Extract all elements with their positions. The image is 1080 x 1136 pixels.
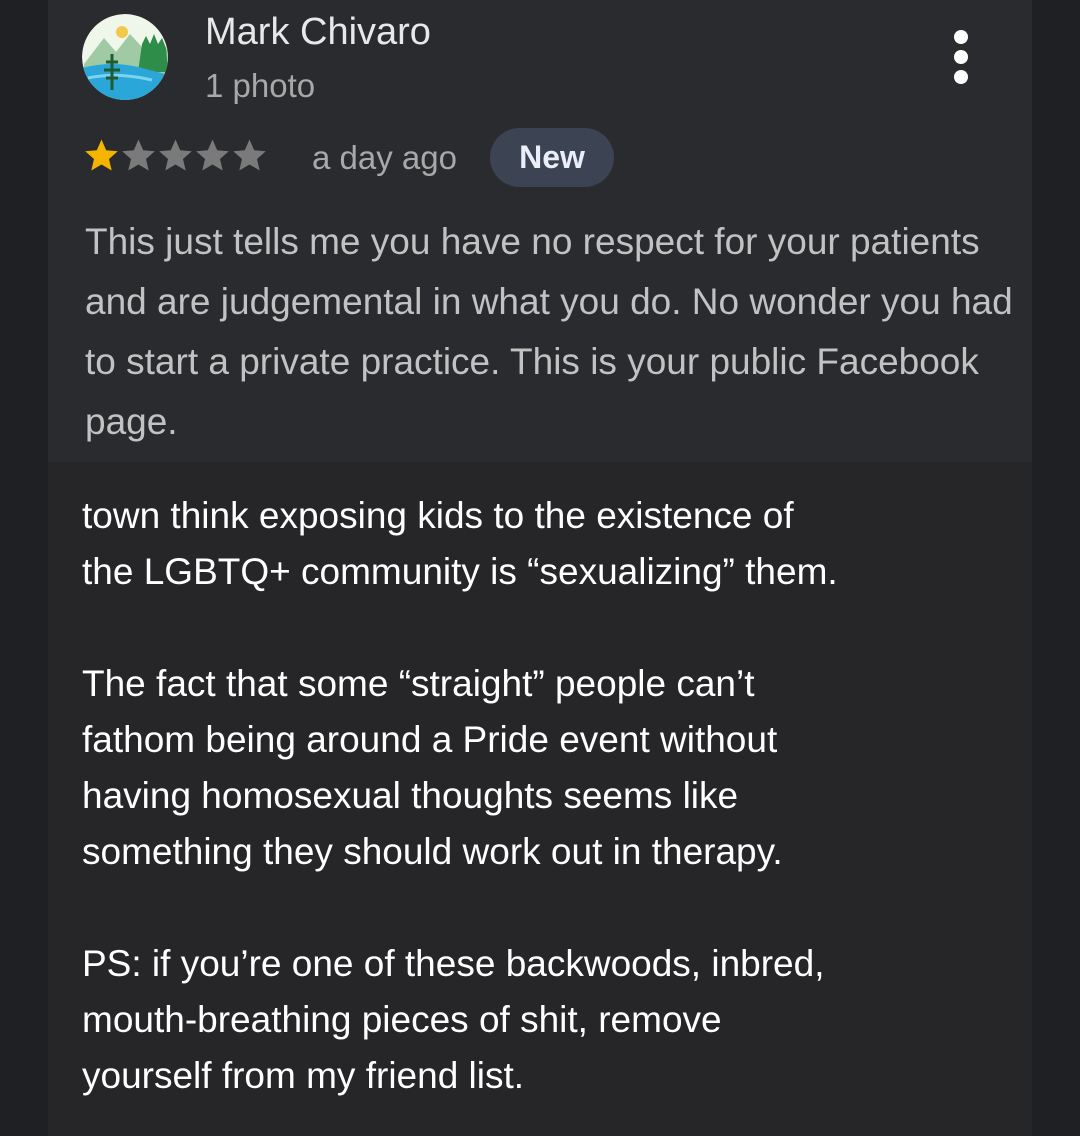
more-vert-icon-dot [954,50,968,64]
author-name[interactable]: Mark Chivaro [205,10,431,54]
more-vert-icon-dot [954,70,968,84]
avatar[interactable] [82,14,168,100]
post-paragraph: The fact that some “straight” people can… [82,663,783,872]
star-filled-icon [85,139,118,171]
star-empty-icon [122,139,155,171]
star-empty-icon [233,139,266,171]
more-vert-icon [954,30,968,44]
new-badge: New [490,128,614,187]
review-time: a day ago [312,139,457,176]
more-options-button[interactable] [944,26,978,88]
star-rating [84,138,267,174]
review-text: This just tells me you have no respect f… [85,212,1015,452]
post-paragraph: town think exposing kids to the existenc… [82,495,838,592]
star-empty-icon [159,139,192,171]
star-empty-icon [196,139,229,171]
review-text-body: This just tells me you have no respect f… [85,221,1013,442]
post-paragraph: PS: if you’re one of these backwoods, in… [82,943,825,1096]
author-photo-count: 1 photo [205,67,316,104]
attached-post-text: town think exposing kids to the existenc… [82,488,1012,1104]
landscape-avatar-icon [82,14,168,100]
